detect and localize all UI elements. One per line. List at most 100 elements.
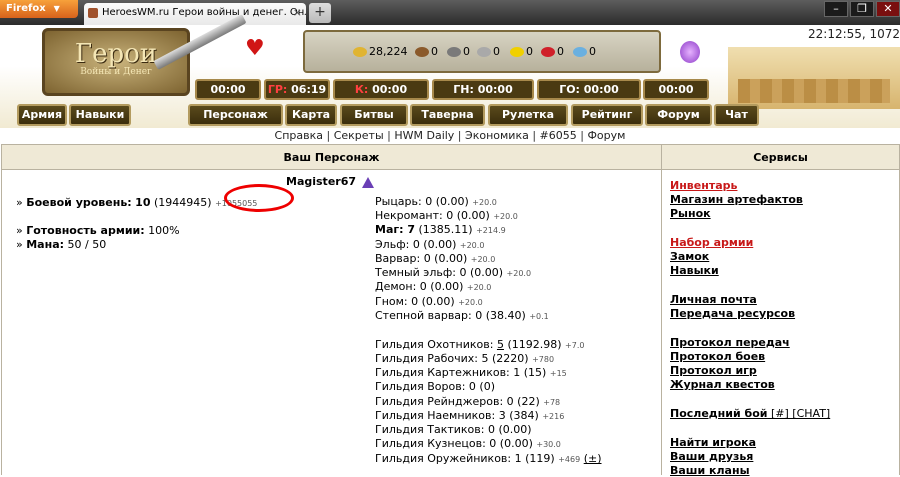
close-window-button[interactable]: ✕ — [876, 1, 900, 17]
resource-value: 0 — [589, 45, 596, 58]
guild-row: Гильдия Картежников: 1 (15) +15 — [375, 366, 567, 381]
faction-value: 0 (0.00) — [446, 209, 490, 222]
service-skills[interactable]: Навыки — [670, 264, 719, 277]
guild-level: 0 — [489, 437, 497, 450]
favicon-icon — [88, 8, 98, 18]
service-inventory[interactable]: Инвентарь — [670, 179, 737, 192]
guild-points: (0.00) — [498, 423, 532, 436]
faction-row: Варвар: 0 (0.00) +20.0 — [375, 252, 495, 267]
guild-need: +15 — [549, 369, 567, 378]
guild-row: Гильдия Оружейников: 1 (119) +469 (±) — [375, 452, 602, 467]
link-hwm-daily[interactable]: HWM Daily — [394, 129, 454, 142]
guild-need: +78 — [543, 398, 561, 407]
faction-value: 0 (0.00) — [425, 195, 469, 208]
guild-level: 0 — [468, 380, 476, 393]
nav-character[interactable]: Персонаж — [188, 104, 283, 126]
guild-name: Гильдия Рейнджеров: — [375, 395, 507, 408]
link-economy[interactable]: Экономика — [465, 129, 529, 142]
service-find-player[interactable]: Найти игрока — [670, 436, 756, 449]
guild-name: Гильдия Охотников: — [375, 338, 497, 351]
resource-wood[interactable]: 0 — [415, 45, 438, 58]
guild-level[interactable]: 5 — [497, 338, 504, 351]
guild-points: (1192.98) — [507, 338, 562, 351]
guild-points: (15) — [523, 366, 547, 379]
faction-row: Демон: 0 (0.00) +20.0 — [375, 280, 491, 295]
last-battle-extra[interactable]: [#] [CHAT] — [767, 407, 830, 420]
mana-potion-icon[interactable] — [680, 41, 700, 63]
service-last-battle[interactable]: Последний бой [#] [CHAT] — [670, 407, 830, 420]
maximize-button[interactable]: ❐ — [850, 1, 874, 17]
timer-gn[interactable]: ГН: 00:00 — [432, 79, 534, 100]
game-header: Герои Войны и Денег ♥ 28,224 0 0 0 0 0 0 22:12… — [0, 14, 900, 128]
service-army-recruit[interactable]: Набор армии — [670, 236, 753, 249]
guild-need: +30.0 — [536, 440, 561, 449]
service-quest-log[interactable]: Журнал квестов — [670, 378, 775, 391]
browser-tab[interactable]: HeroesWM.ru Герои войны и денег. Онла...… — [84, 3, 306, 25]
timer-k[interactable]: К: 00:00 — [333, 79, 429, 100]
nav-chat[interactable]: Чат — [714, 104, 759, 126]
faction-row: Рыцарь: 0 (0.00) +20.0 — [375, 195, 497, 210]
faction-value: 7 — [407, 223, 416, 236]
resource-ore[interactable]: 0 — [447, 45, 470, 58]
service-transfer-log[interactable]: Протокол передач — [670, 336, 790, 349]
timer-go[interactable]: ГО: 00:00 — [537, 79, 641, 100]
services-panel: Сервисы Инвентарь Магазин артефактов Рынок… — [662, 144, 900, 477]
sulfur-icon — [510, 47, 524, 57]
resource-sulfur[interactable]: 0 — [510, 45, 533, 58]
service-market[interactable]: Рынок — [670, 207, 711, 220]
link-secrets[interactable]: Секреты — [334, 129, 384, 142]
service-castle[interactable]: Замок — [670, 250, 709, 263]
guild-name: Гильдия Картежников: — [375, 366, 514, 379]
player-nick[interactable]: Magister67 — [286, 175, 375, 188]
guild-need: +216 — [542, 412, 565, 421]
nav-tavern[interactable]: Таверна — [410, 104, 485, 126]
guild-points: (0.00) — [499, 437, 533, 450]
resource-crystal[interactable]: 0 — [541, 45, 564, 58]
nav-skills[interactable]: Навыки — [69, 104, 131, 126]
character-panel: Ваш Персонаж Magister67 » Боевой уровень… — [1, 144, 662, 475]
guild-level: 0 — [487, 423, 495, 436]
guild-toggle-link[interactable]: (±) — [584, 452, 602, 465]
service-artifact-shop[interactable]: Магазин артефактов — [670, 193, 803, 206]
faction-row: Степной варвар: 0 (38.40) +0.1 — [375, 309, 549, 324]
faction-need: +20.0 — [458, 298, 483, 307]
faction-need: +214.9 — [476, 226, 506, 235]
nav-rating[interactable]: Рейтинг — [571, 104, 643, 126]
service-clans[interactable]: Ваши кланы — [670, 464, 750, 477]
guild-name: Гильдия Оружейников: — [375, 452, 515, 465]
service-mail[interactable]: Личная почта — [670, 293, 757, 306]
nav-forum[interactable]: Форум — [645, 104, 712, 126]
resource-value: 0 — [463, 45, 470, 58]
close-tab-icon[interactable]: × — [293, 3, 302, 23]
nav-army[interactable]: Армия — [17, 104, 67, 126]
timer-gr[interactable]: ГР: 06:19 — [264, 79, 330, 100]
resource-mercury[interactable]: 0 — [477, 45, 500, 58]
faction-name: Демон: — [375, 280, 420, 293]
faction-row: Гном: 0 (0.00) +20.0 — [375, 295, 483, 310]
guild-name: Гильдия Воров: — [375, 380, 469, 393]
service-resource-transfer[interactable]: Передача ресурсов — [670, 307, 795, 320]
guild-points: (0) — [479, 380, 496, 393]
minimize-button[interactable]: – — [824, 1, 848, 17]
link-help[interactable]: Справка — [275, 129, 323, 142]
nav-roulette[interactable]: Рулетка — [488, 104, 568, 126]
faction-row: Темный эльф: 0 (0.00) +20.0 — [375, 266, 531, 281]
resource-gems[interactable]: 0 — [573, 45, 596, 58]
faction-value: 0 (0.00) — [459, 266, 504, 279]
guild-need: +469 — [558, 455, 581, 464]
faction-value: 0 (0.00) — [412, 238, 457, 251]
service-friends[interactable]: Ваши друзья — [670, 450, 753, 463]
service-game-log[interactable]: Протокол игр — [670, 364, 757, 377]
heart-icon[interactable]: ♥ — [245, 38, 265, 60]
link-6055[interactable]: #6055 — [540, 129, 577, 142]
link-forum[interactable]: Форум — [587, 129, 625, 142]
nav-battles[interactable]: Битвы — [340, 104, 408, 126]
new-tab-button[interactable]: + — [309, 3, 331, 23]
service-battle-log[interactable]: Протокол боев — [670, 350, 765, 363]
guild-level: 1 — [514, 452, 522, 465]
nav-map[interactable]: Карта — [285, 104, 337, 126]
resource-value: 28,224 — [369, 45, 408, 58]
firefox-menu-button[interactable]: Firefox ▼ — [0, 0, 78, 18]
chevron-down-icon: ▼ — [53, 4, 60, 13]
resource-gold[interactable]: 28,224 — [353, 45, 408, 58]
